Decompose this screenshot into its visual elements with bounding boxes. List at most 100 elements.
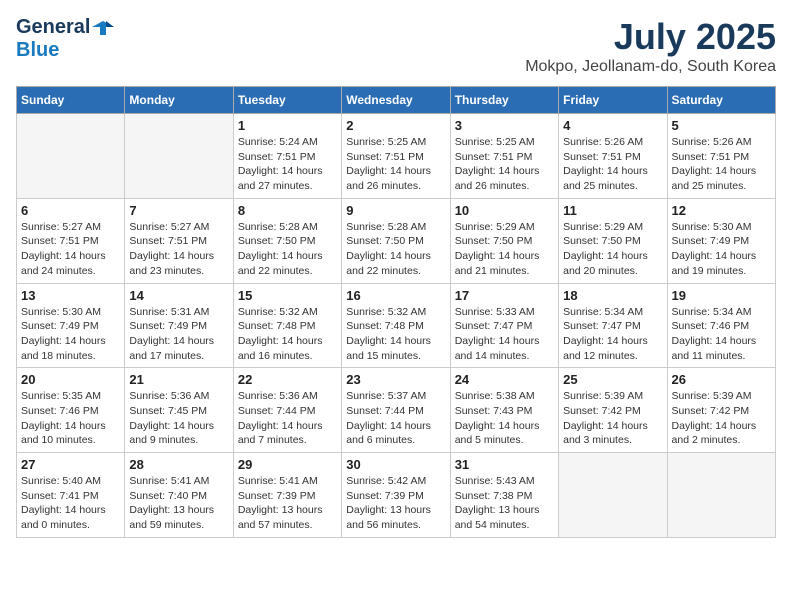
day-detail: Sunrise: 5:28 AM Sunset: 7:50 PM Dayligh… — [238, 220, 337, 279]
calendar-cell: 20 Sunrise: 5:35 AM Sunset: 7:46 PM Dayli… — [17, 368, 125, 453]
calendar-cell: 10Sunrise: 5:29 AM Sunset: 7:50 PM Dayli… — [450, 198, 558, 283]
weekday-header-friday: Friday — [559, 87, 667, 114]
calendar-week-3: 13 Sunrise: 5:30 AM Sunset: 7:49 PM Dayli… — [17, 283, 776, 368]
weekday-header-sunday: Sunday — [17, 87, 125, 114]
day-number: 17 — [455, 288, 554, 303]
calendar-week-4: 20 Sunrise: 5:35 AM Sunset: 7:46 PM Dayli… — [17, 368, 776, 453]
weekday-header-wednesday: Wednesday — [342, 87, 450, 114]
weekday-header-monday: Monday — [125, 87, 233, 114]
calendar-cell: 2 Sunrise: 5:25 AM Sunset: 7:51 PM Daylig… — [342, 114, 450, 199]
day-number: 23 — [346, 372, 445, 387]
day-number: 22 — [238, 372, 337, 387]
calendar-cell: 15 Sunrise: 5:32 AM Sunset: 7:48 PM Dayli… — [233, 283, 341, 368]
calendar-week-1: 1 Sunrise: 5:24 AM Sunset: 7:51 PM Daylig… — [17, 114, 776, 199]
day-number: 28 — [129, 457, 228, 472]
calendar-cell — [559, 453, 667, 538]
day-detail: Sunrise: 5:41 AM Sunset: 7:40 PM Dayligh… — [129, 474, 228, 533]
calendar-cell: 13 Sunrise: 5:30 AM Sunset: 7:49 PM Dayli… — [17, 283, 125, 368]
day-detail: Sunrise: 5:43 AM Sunset: 7:38 PM Dayligh… — [455, 474, 554, 533]
calendar-cell: 4Sunrise: 5:26 AM Sunset: 7:51 PM Daylig… — [559, 114, 667, 199]
calendar-cell: 8Sunrise: 5:28 AM Sunset: 7:50 PM Daylig… — [233, 198, 341, 283]
day-number: 5 — [672, 118, 771, 133]
day-number: 16 — [346, 288, 445, 303]
day-number: 11 — [563, 203, 662, 218]
calendar-cell: 6 Sunrise: 5:27 AM Sunset: 7:51 PM Daylig… — [17, 198, 125, 283]
calendar-table: SundayMondayTuesdayWednesdayThursdayFrid… — [16, 86, 776, 538]
calendar-cell: 17Sunrise: 5:33 AM Sunset: 7:47 PM Dayli… — [450, 283, 558, 368]
calendar-cell: 5 Sunrise: 5:26 AM Sunset: 7:51 PM Daylig… — [667, 114, 775, 199]
calendar-cell: 24 Sunrise: 5:38 AM Sunset: 7:43 PM Dayli… — [450, 368, 558, 453]
day-detail: Sunrise: 5:27 AM Sunset: 7:51 PM Dayligh… — [21, 220, 120, 279]
title-area: July 2025 Mokpo, Jeollanam-do, South Kor… — [525, 16, 776, 76]
day-number: 21 — [129, 372, 228, 387]
weekday-header-saturday: Saturday — [667, 87, 775, 114]
calendar-cell: 7 Sunrise: 5:27 AM Sunset: 7:51 PM Daylig… — [125, 198, 233, 283]
day-number: 13 — [21, 288, 120, 303]
calendar-cell: 29Sunrise: 5:41 AM Sunset: 7:39 PM Dayli… — [233, 453, 341, 538]
day-detail: Sunrise: 5:32 AM Sunset: 7:48 PM Dayligh… — [346, 305, 445, 364]
calendar-cell — [125, 114, 233, 199]
day-detail: Sunrise: 5:27 AM Sunset: 7:51 PM Dayligh… — [129, 220, 228, 279]
day-number: 30 — [346, 457, 445, 472]
day-detail: Sunrise: 5:42 AM Sunset: 7:39 PM Dayligh… — [346, 474, 445, 533]
day-number: 2 — [346, 118, 445, 133]
calendar-header-row: SundayMondayTuesdayWednesdayThursdayFrid… — [17, 87, 776, 114]
day-detail: Sunrise: 5:38 AM Sunset: 7:43 PM Dayligh… — [455, 389, 554, 448]
calendar-cell: 23 Sunrise: 5:37 AM Sunset: 7:44 PM Dayli… — [342, 368, 450, 453]
day-number: 24 — [455, 372, 554, 387]
calendar-cell: 26 Sunrise: 5:39 AM Sunset: 7:42 PM Dayli… — [667, 368, 775, 453]
day-detail: Sunrise: 5:30 AM Sunset: 7:49 PM Dayligh… — [21, 305, 120, 364]
day-number: 26 — [672, 372, 771, 387]
calendar-cell: 28 Sunrise: 5:41 AM Sunset: 7:40 PM Dayli… — [125, 453, 233, 538]
day-number: 1 — [238, 118, 337, 133]
day-detail: Sunrise: 5:30 AM Sunset: 7:49 PM Dayligh… — [672, 220, 771, 279]
day-detail: Sunrise: 5:29 AM Sunset: 7:50 PM Dayligh… — [563, 220, 662, 279]
calendar-cell: 31Sunrise: 5:43 AM Sunset: 7:38 PM Dayli… — [450, 453, 558, 538]
calendar-cell: 21 Sunrise: 5:36 AM Sunset: 7:45 PM Dayli… — [125, 368, 233, 453]
day-detail: Sunrise: 5:25 AM Sunset: 7:51 PM Dayligh… — [346, 135, 445, 194]
calendar-cell — [17, 114, 125, 199]
day-detail: Sunrise: 5:39 AM Sunset: 7:42 PM Dayligh… — [563, 389, 662, 448]
calendar-cell: 25 Sunrise: 5:39 AM Sunset: 7:42 PM Dayli… — [559, 368, 667, 453]
logo-blue: Blue — [16, 39, 59, 61]
weekday-header-tuesday: Tuesday — [233, 87, 341, 114]
month-title: July 2025 — [525, 16, 776, 58]
day-number: 18 — [563, 288, 662, 303]
day-number: 4 — [563, 118, 662, 133]
day-number: 6 — [21, 203, 120, 218]
logo-bird-icon — [92, 17, 114, 39]
calendar-cell: 18 Sunrise: 5:34 AM Sunset: 7:47 PM Dayli… — [559, 283, 667, 368]
day-number: 10 — [455, 203, 554, 218]
day-detail: Sunrise: 5:37 AM Sunset: 7:44 PM Dayligh… — [346, 389, 445, 448]
calendar-week-5: 27Sunrise: 5:40 AM Sunset: 7:41 PM Dayli… — [17, 453, 776, 538]
day-number: 9 — [346, 203, 445, 218]
calendar-cell: 9Sunrise: 5:28 AM Sunset: 7:50 PM Daylig… — [342, 198, 450, 283]
logo-general: General — [16, 16, 90, 39]
day-number: 7 — [129, 203, 228, 218]
day-detail: Sunrise: 5:31 AM Sunset: 7:49 PM Dayligh… — [129, 305, 228, 364]
day-number: 3 — [455, 118, 554, 133]
calendar-cell: 14Sunrise: 5:31 AM Sunset: 7:49 PM Dayli… — [125, 283, 233, 368]
day-number: 19 — [672, 288, 771, 303]
day-number: 20 — [21, 372, 120, 387]
day-detail: Sunrise: 5:36 AM Sunset: 7:45 PM Dayligh… — [129, 389, 228, 448]
day-number: 25 — [563, 372, 662, 387]
location: Mokpo, Jeollanam-do, South Korea — [525, 58, 776, 76]
day-detail: Sunrise: 5:25 AM Sunset: 7:51 PM Dayligh… — [455, 135, 554, 194]
day-detail: Sunrise: 5:35 AM Sunset: 7:46 PM Dayligh… — [21, 389, 120, 448]
day-detail: Sunrise: 5:26 AM Sunset: 7:51 PM Dayligh… — [672, 135, 771, 194]
day-detail: Sunrise: 5:34 AM Sunset: 7:47 PM Dayligh… — [563, 305, 662, 364]
day-detail: Sunrise: 5:39 AM Sunset: 7:42 PM Dayligh… — [672, 389, 771, 448]
day-detail: Sunrise: 5:41 AM Sunset: 7:39 PM Dayligh… — [238, 474, 337, 533]
day-detail: Sunrise: 5:32 AM Sunset: 7:48 PM Dayligh… — [238, 305, 337, 364]
day-number: 27 — [21, 457, 120, 472]
calendar-cell: 30 Sunrise: 5:42 AM Sunset: 7:39 PM Dayli… — [342, 453, 450, 538]
day-number: 15 — [238, 288, 337, 303]
day-detail: Sunrise: 5:24 AM Sunset: 7:51 PM Dayligh… — [238, 135, 337, 194]
day-detail: Sunrise: 5:34 AM Sunset: 7:46 PM Dayligh… — [672, 305, 771, 364]
logo: General Blue — [16, 16, 114, 62]
calendar-cell — [667, 453, 775, 538]
calendar-cell: 22Sunrise: 5:36 AM Sunset: 7:44 PM Dayli… — [233, 368, 341, 453]
calendar-cell: 1 Sunrise: 5:24 AM Sunset: 7:51 PM Daylig… — [233, 114, 341, 199]
calendar-cell: 16 Sunrise: 5:32 AM Sunset: 7:48 PM Dayli… — [342, 283, 450, 368]
